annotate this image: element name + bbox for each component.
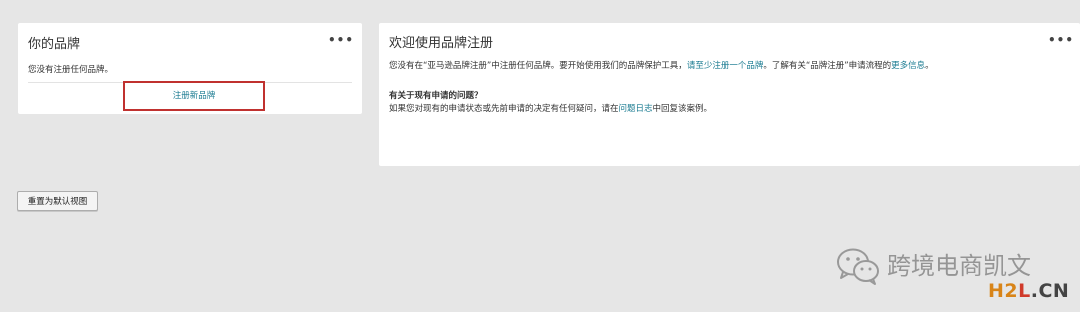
question-text-start: 如果您对现有的申请状态或先前申请的决定有任何疑问，请在 — [389, 104, 619, 114]
question-text-end: 中回复该案例。 — [652, 104, 713, 114]
register-at-least-one-brand-link[interactable]: 请至少注册一个品牌 — [687, 61, 764, 71]
existing-application-question-text: 如果您对现有的申请状态或先前申请的决定有任何疑问，请在问题日志中回复该案例。 — [389, 102, 712, 114]
intro-text-end: 。 — [925, 61, 934, 71]
wechat-icon — [835, 246, 881, 290]
your-brands-card: 你的品牌 ••• 您没有注册任何品牌。 注册新品牌 — [18, 23, 362, 114]
welcome-intro-text: 您没有在“亚马逊品牌注册”中注册任何品牌。要开始使用我们的品牌保护工具，请至少注… — [389, 59, 934, 71]
intro-text-middle: 。了解有关“品牌注册”申请流程的 — [763, 61, 892, 71]
site-logo: H2L.CN — [988, 280, 1069, 302]
welcome-title: 欢迎使用品牌注册 — [389, 36, 494, 51]
register-new-brand-link[interactable]: 注册新品牌 — [123, 81, 265, 111]
welcome-card: 欢迎使用品牌注册 ••• 您没有在“亚马逊品牌注册”中注册任何品牌。要开始使用我… — [379, 23, 1080, 166]
site-logo-part1: H2 — [988, 280, 1019, 302]
your-brands-title: 你的品牌 — [28, 37, 81, 52]
more-options-icon[interactable]: ••• — [1048, 34, 1074, 46]
site-logo-part2: L — [1018, 280, 1031, 302]
more-info-link[interactable]: 更多信息 — [891, 61, 925, 71]
existing-application-question-heading: 有关于现有申请的问题？ — [389, 91, 483, 101]
reset-default-view-button[interactable]: 重置为默认视图 — [17, 191, 98, 211]
site-logo-part3: .CN — [1030, 280, 1070, 302]
more-options-icon[interactable]: ••• — [328, 34, 354, 46]
intro-text-start: 您没有在“亚马逊品牌注册”中注册任何品牌。要开始使用我们的品牌保护工具， — [389, 61, 687, 71]
no-brands-message: 您没有注册任何品牌。 — [28, 65, 114, 75]
watermark-text: 跨境电商凯文 — [887, 252, 1031, 280]
case-log-link[interactable]: 问题日志 — [619, 104, 653, 114]
